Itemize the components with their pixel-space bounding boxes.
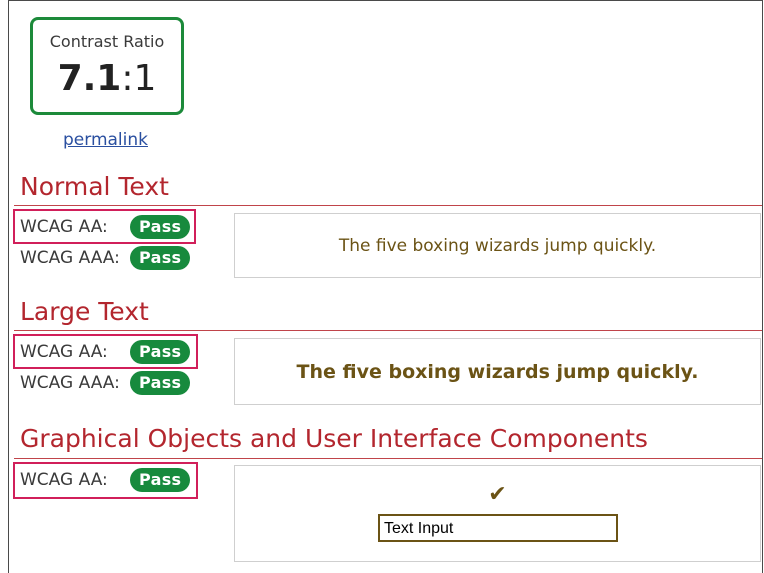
large-aaa-row: WCAG AAA: Pass bbox=[20, 369, 195, 397]
permalink-link[interactable]: permalink bbox=[63, 130, 148, 150]
large-text-sample-text: The five boxing wizards jump quickly. bbox=[296, 360, 699, 383]
large-aaa-pass-badge: Pass bbox=[130, 371, 191, 395]
graphical-aa-row: WCAG AA: Pass bbox=[20, 466, 195, 494]
large-text-divider bbox=[14, 330, 762, 331]
normal-text-sample: The five boxing wizards jump quickly. bbox=[234, 213, 761, 278]
contrast-ratio-value: 7.1:1 bbox=[33, 58, 181, 99]
normal-aa-pass-badge: Pass bbox=[130, 215, 191, 239]
contrast-ratio-suffix: :1 bbox=[121, 58, 157, 99]
large-aaa-label: WCAG AAA: bbox=[20, 373, 120, 393]
graphical-objects-divider bbox=[14, 458, 762, 459]
graphical-aa-label: WCAG AA: bbox=[20, 470, 108, 490]
graphical-objects-heading: Graphical Objects and User Interface Com… bbox=[20, 424, 648, 453]
large-aa-label: WCAG AA: bbox=[20, 342, 108, 362]
contrast-ratio-box: Contrast Ratio 7.1:1 bbox=[30, 17, 184, 115]
checkmark-icon: ✔ bbox=[488, 482, 507, 507]
normal-aaa-label: WCAG AAA: bbox=[20, 248, 120, 268]
graphical-aa-pass-badge: Pass bbox=[130, 468, 191, 492]
normal-aa-label: WCAG AA: bbox=[20, 217, 108, 237]
normal-aaa-pass-badge: Pass bbox=[130, 246, 191, 270]
text-input-field[interactable]: Text Input bbox=[378, 514, 618, 542]
contrast-ratio-label: Contrast Ratio bbox=[49, 32, 165, 51]
large-aa-row: WCAG AA: Pass bbox=[20, 338, 195, 366]
large-text-sample: The five boxing wizards jump quickly. bbox=[234, 338, 761, 405]
normal-text-sample-text: The five boxing wizards jump quickly. bbox=[338, 235, 657, 256]
normal-aaa-row: WCAG AAA: Pass bbox=[20, 244, 195, 272]
graphical-objects-sample: ✔ Text Input bbox=[234, 465, 761, 562]
contrast-ratio-number: 7.1 bbox=[57, 58, 122, 99]
large-aa-pass-badge: Pass bbox=[130, 340, 191, 364]
normal-aa-row: WCAG AA: Pass bbox=[20, 213, 195, 241]
large-text-heading: Large Text bbox=[20, 297, 149, 326]
normal-text-divider bbox=[14, 205, 762, 206]
normal-text-heading: Normal Text bbox=[20, 172, 169, 201]
